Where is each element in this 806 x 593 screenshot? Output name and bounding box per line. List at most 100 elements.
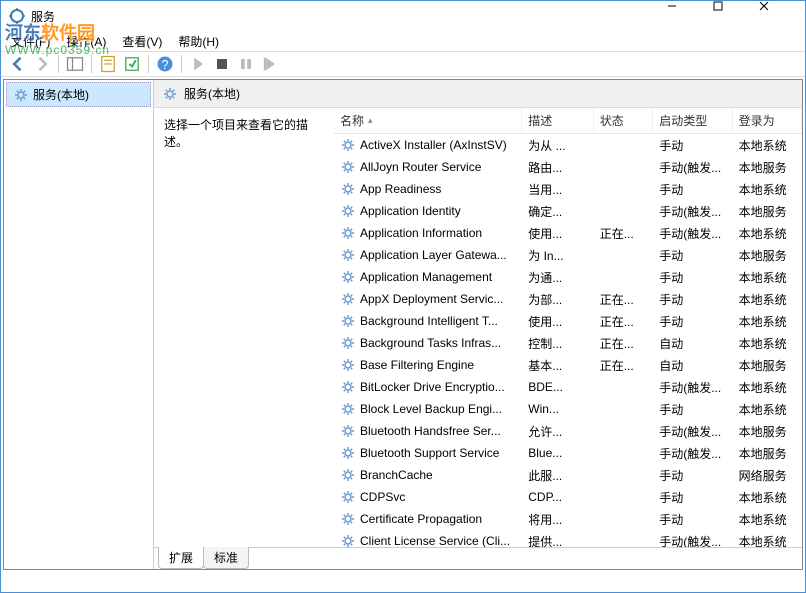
menu-file[interactable]: 文件(F) <box>5 31 56 52</box>
table-row[interactable]: BitLocker Drive Encryptio...BDE...手动(触发.… <box>334 376 802 398</box>
table-row[interactable]: Background Intelligent T...使用...正在...手动本… <box>334 310 802 332</box>
table-row[interactable]: Bluetooth Handsfree Ser...允许...手动(触发...本… <box>334 420 802 442</box>
service-status <box>594 517 654 521</box>
service-desc: 提供... <box>522 531 593 548</box>
service-start: 手动 <box>653 267 732 288</box>
col-status[interactable]: 状态 <box>594 108 654 133</box>
service-logon: 本地系统 <box>733 289 802 310</box>
list-header: 名称▴ 描述 状态 启动类型 登录为 <box>334 108 802 134</box>
table-row[interactable]: Base Filtering Engine基本...正在...自动本地服务 <box>334 354 802 376</box>
table-row[interactable]: App Readiness当用...手动本地系统 <box>334 178 802 200</box>
service-logon: 本地服务 <box>733 245 802 266</box>
gear-icon <box>340 203 356 219</box>
svg-text:?: ? <box>162 58 169 72</box>
maximize-button[interactable] <box>713 1 759 31</box>
table-row[interactable]: Bluetooth Support ServiceBlue...手动(触发...… <box>334 442 802 464</box>
export-button[interactable] <box>121 53 143 75</box>
tree-root-label: 服务(本地) <box>33 86 89 103</box>
gear-icon <box>340 247 356 263</box>
forward-button[interactable] <box>31 53 53 75</box>
service-name: CDPSvc <box>360 490 405 504</box>
pause-button[interactable] <box>235 53 257 75</box>
service-desc: 控制... <box>522 333 593 354</box>
show-hide-button[interactable] <box>64 53 86 75</box>
service-desc: 允许... <box>522 421 593 442</box>
service-status <box>594 275 654 279</box>
service-desc: 使用... <box>522 223 593 244</box>
tab-standard[interactable]: 标准 <box>203 547 249 569</box>
service-logon: 本地服务 <box>733 355 802 376</box>
table-row[interactable]: Background Tasks Infras...控制...正在...自动本地… <box>334 332 802 354</box>
table-row[interactable]: Application Information使用...正在...手动(触发..… <box>334 222 802 244</box>
service-status <box>594 187 654 191</box>
table-row[interactable]: Application Management为通...手动本地系统 <box>334 266 802 288</box>
start-button[interactable] <box>187 53 209 75</box>
menu-help[interactable]: 帮助(H) <box>172 31 225 52</box>
table-row[interactable]: CDPSvcCDP...手动本地系统 <box>334 486 802 508</box>
service-status: 正在... <box>594 333 654 354</box>
service-name: Background Intelligent T... <box>360 314 498 328</box>
col-desc[interactable]: 描述 <box>522 108 593 133</box>
help-button[interactable]: ? <box>154 53 176 75</box>
service-name: Certificate Propagation <box>360 512 482 526</box>
gear-icon <box>340 511 356 527</box>
table-row[interactable]: ActiveX Installer (AxInstSV)为从 ...手动本地系统 <box>334 134 802 156</box>
service-start: 手动(触发... <box>653 377 732 398</box>
gear-icon <box>340 357 356 373</box>
col-logon[interactable]: 登录为 <box>733 108 802 133</box>
service-logon: 本地服务 <box>733 201 802 222</box>
table-row[interactable]: AllJoyn Router Service路由...手动(触发...本地服务 <box>334 156 802 178</box>
close-button[interactable] <box>759 1 805 31</box>
title-bar: 服务 <box>1 1 805 31</box>
back-button[interactable] <box>7 53 29 75</box>
gear-icon <box>340 291 356 307</box>
service-name: Client License Service (Cli... <box>360 534 510 547</box>
sort-indicator-icon: ▴ <box>368 115 373 126</box>
service-logon: 本地服务 <box>733 421 802 442</box>
table-row[interactable]: Application Identity确定...手动(触发...本地服务 <box>334 200 802 222</box>
table-row[interactable]: Application Layer Gatewa...为 In...手动本地服务 <box>334 244 802 266</box>
content-header-title: 服务(本地) <box>184 85 240 102</box>
table-row[interactable]: Certificate Propagation将用...手动本地系统 <box>334 508 802 530</box>
service-desc: CDP... <box>522 488 593 506</box>
menu-bar: 文件(F) 操作(A) 查看(V) 帮助(H) <box>1 31 805 51</box>
bottom-tabs: 扩展 标准 <box>154 547 802 569</box>
table-row[interactable]: Block Level Backup Engi...Win...手动本地系统 <box>334 398 802 420</box>
service-logon: 网络服务 <box>733 465 802 486</box>
service-start: 手动 <box>653 289 732 310</box>
service-desc: 当用... <box>522 179 593 200</box>
tab-extended[interactable]: 扩展 <box>158 547 204 569</box>
service-name: AppX Deployment Servic... <box>360 292 503 306</box>
minimize-button[interactable] <box>667 1 713 31</box>
menu-action[interactable]: 操作(A) <box>60 31 112 52</box>
service-desc: 基本... <box>522 355 593 376</box>
service-name: Application Identity <box>360 204 461 218</box>
service-name: BranchCache <box>360 468 433 482</box>
service-status <box>594 165 654 169</box>
stop-button[interactable] <box>211 53 233 75</box>
menu-view[interactable]: 查看(V) <box>116 31 168 52</box>
service-start: 手动 <box>653 509 732 530</box>
service-status: 正在... <box>594 223 654 244</box>
service-logon: 本地系统 <box>733 223 802 244</box>
service-name: Application Layer Gatewa... <box>360 248 507 262</box>
table-row[interactable]: AppX Deployment Servic...为部...正在...手动本地系… <box>334 288 802 310</box>
service-desc: Win... <box>522 400 593 418</box>
service-status <box>594 385 654 389</box>
gear-icon <box>13 87 29 103</box>
service-status: 正在... <box>594 355 654 376</box>
service-logon: 本地系统 <box>733 509 802 530</box>
tree-root[interactable]: 服务(本地) <box>6 82 151 107</box>
gear-icon <box>340 401 356 417</box>
service-logon: 本地系统 <box>733 487 802 508</box>
properties-button[interactable] <box>97 53 119 75</box>
service-desc: 为通... <box>522 267 593 288</box>
tree-pane: 服务(本地) <box>4 80 154 569</box>
col-name[interactable]: 名称▴ <box>334 108 522 133</box>
table-row[interactable]: BranchCache此服...手动网络服务 <box>334 464 802 486</box>
col-start[interactable]: 启动类型 <box>653 108 732 133</box>
gear-icon <box>340 467 356 483</box>
service-start: 手动(触发... <box>653 531 732 548</box>
table-row[interactable]: Client License Service (Cli... 提供... 手动(触发… <box>334 530 802 547</box>
restart-button[interactable] <box>259 53 281 75</box>
